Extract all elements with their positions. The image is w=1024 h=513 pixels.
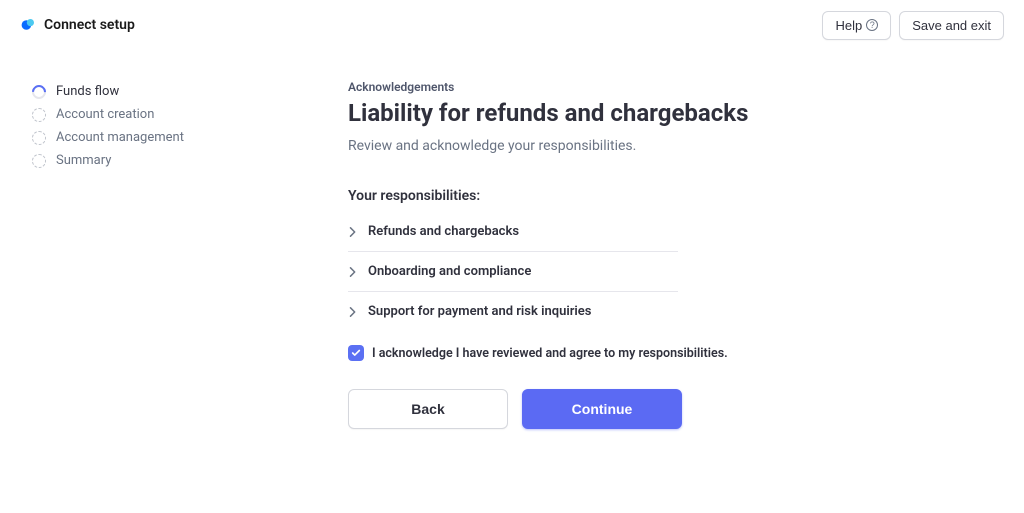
step-bullet-icon	[32, 154, 46, 168]
top-actions: Help ? Save and exit	[822, 11, 1004, 40]
layout: Funds flow Account creation Account mana…	[0, 50, 1024, 429]
acknowledge-row: I acknowledge I have reviewed and agree …	[348, 345, 870, 361]
step-label: Account management	[56, 130, 184, 145]
brand-logo-icon	[20, 17, 36, 33]
step-bullet-icon	[32, 108, 46, 122]
step-label: Summary	[56, 153, 111, 168]
chevron-right-icon	[348, 227, 358, 237]
main-content: Acknowledgements Liability for refunds a…	[310, 80, 870, 429]
continue-button[interactable]: Continue	[522, 389, 682, 429]
chevron-right-icon	[348, 307, 358, 317]
responsibilities-label: Your responsibilities:	[348, 188, 870, 204]
footer-buttons: Back Continue	[348, 389, 870, 429]
accordion-label: Refunds and chargebacks	[368, 224, 519, 239]
help-icon: ?	[866, 19, 878, 31]
chevron-right-icon	[348, 267, 358, 277]
top-bar: Connect setup Help ? Save and exit	[0, 0, 1024, 50]
step-bullet-icon	[29, 82, 49, 102]
help-label: Help	[835, 18, 862, 33]
step-bullet-icon	[32, 131, 46, 145]
save-exit-label: Save and exit	[912, 18, 991, 33]
page-subtitle: Review and acknowledge your responsibili…	[348, 138, 870, 154]
acknowledge-checkbox[interactable]	[348, 345, 364, 361]
help-button[interactable]: Help ?	[822, 11, 891, 40]
step-label: Funds flow	[56, 84, 119, 99]
back-button[interactable]: Back	[348, 389, 508, 429]
eyebrow: Acknowledgements	[348, 80, 870, 94]
accordion-support[interactable]: Support for payment and risk inquiries	[348, 292, 678, 331]
continue-label: Continue	[572, 401, 633, 417]
responsibilities-list: Refunds and chargebacks Onboarding and c…	[348, 212, 678, 331]
step-funds-flow[interactable]: Funds flow	[32, 80, 270, 103]
accordion-label: Support for payment and risk inquiries	[368, 304, 591, 319]
save-exit-button[interactable]: Save and exit	[899, 11, 1004, 40]
accordion-refunds[interactable]: Refunds and chargebacks	[348, 212, 678, 252]
acknowledge-label: I acknowledge I have reviewed and agree …	[372, 346, 728, 361]
step-summary[interactable]: Summary	[32, 149, 270, 172]
accordion-onboarding[interactable]: Onboarding and compliance	[348, 252, 678, 292]
page-title: Liability for refunds and chargebacks	[348, 98, 870, 128]
step-account-creation[interactable]: Account creation	[32, 103, 270, 126]
step-label: Account creation	[56, 107, 154, 122]
back-label: Back	[411, 401, 444, 417]
brand-title: Connect setup	[44, 17, 135, 33]
accordion-label: Onboarding and compliance	[368, 264, 531, 279]
brand: Connect setup	[20, 17, 135, 33]
step-account-management[interactable]: Account management	[32, 126, 270, 149]
sidebar: Funds flow Account creation Account mana…	[20, 80, 270, 429]
